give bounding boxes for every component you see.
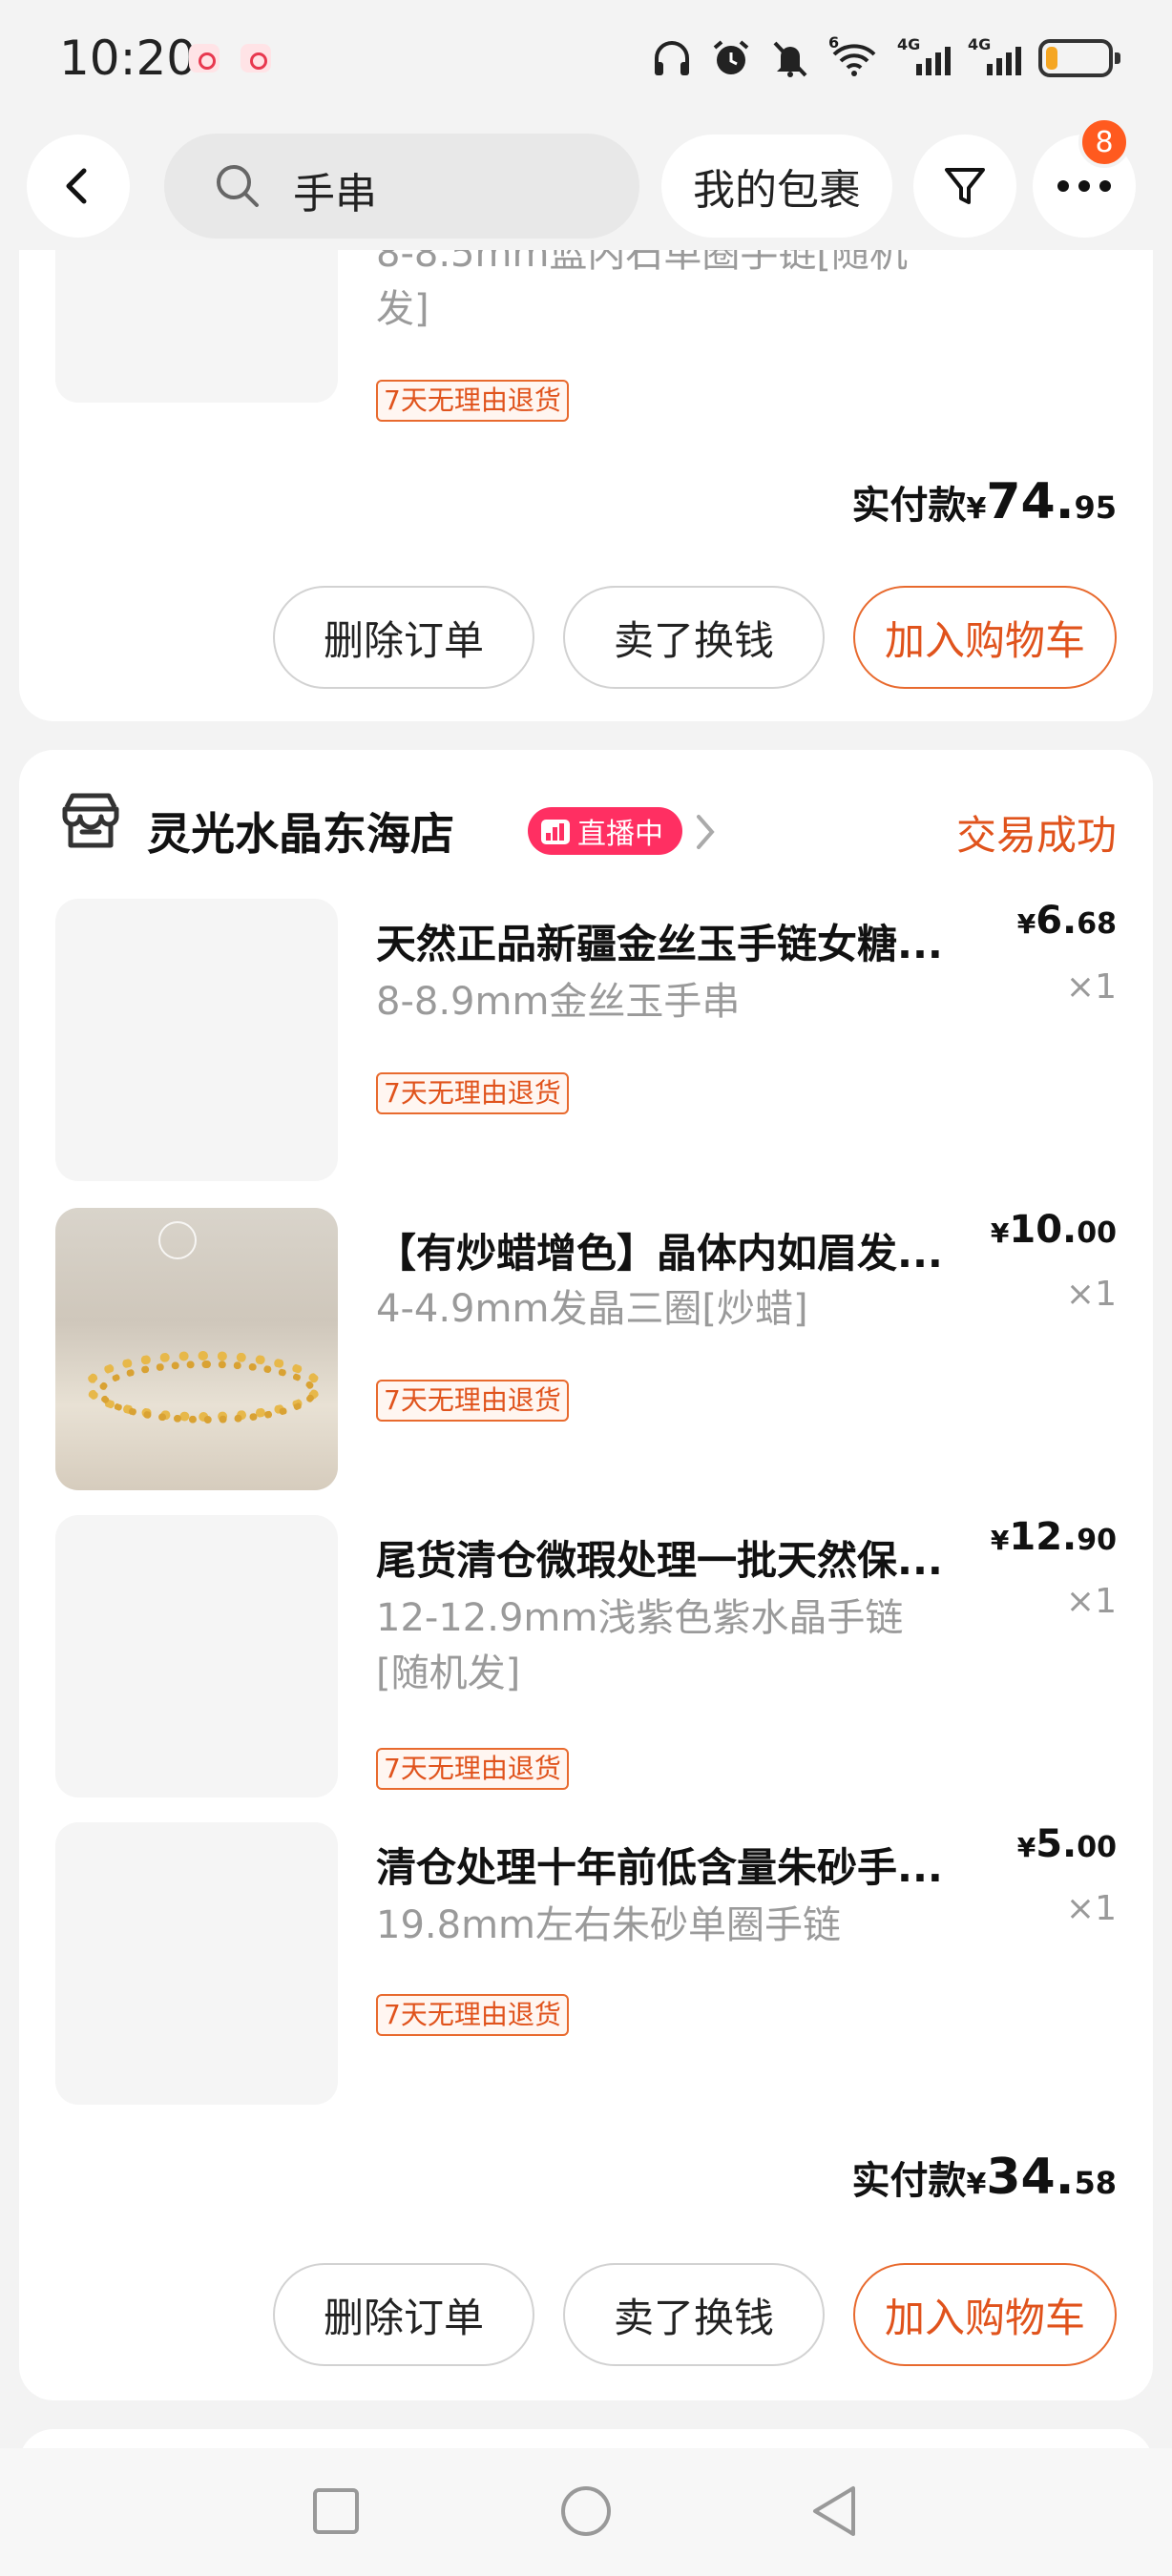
product-subtitle: [随机发] <box>376 1652 521 1695</box>
price-integer: 12. <box>1009 1515 1078 1559</box>
item-quantity: ×1 <box>1065 1275 1117 1314</box>
return-policy-tag: 7天无理由退货 <box>376 380 569 422</box>
delete-order-button[interactable]: 删除订单 <box>273 2263 534 2366</box>
back-icon <box>66 168 87 204</box>
live-badge[interactable]: 直播中 <box>528 807 682 855</box>
sell-button[interactable]: 卖了换钱 <box>563 586 825 689</box>
price-integer: 6. <box>1036 899 1078 943</box>
mute-icon <box>769 37 811 79</box>
price-integer: 10. <box>1009 1208 1078 1252</box>
filter-icon <box>945 168 985 204</box>
product-title[interactable]: 天然正品新疆金丝玉手链女糖... <box>376 912 943 970</box>
shop-header[interactable]: 灵光水晶东海店 直播中 交易成功 <box>19 750 1153 903</box>
search-icon <box>217 165 259 207</box>
watermark-logo <box>158 1221 197 1259</box>
product-title[interactable]: 清仓处理十年前低含量朱砂手... <box>376 1836 943 1894</box>
live-label: 直播中 <box>577 818 663 851</box>
product-thumbnail[interactable] <box>55 899 338 1181</box>
price-currency: ¥ <box>1016 908 1036 940</box>
search-input[interactable]: 手串 <box>164 134 639 239</box>
more-badge: 8 <box>1078 116 1130 168</box>
item-quantity: ×1 <box>1065 967 1117 1007</box>
system-nav-bar <box>0 2448 1172 2576</box>
price-currency: ¥ <box>1016 1832 1036 1863</box>
price-decimal: 00 <box>1077 1216 1117 1250</box>
add-to-cart-button[interactable]: 加入购物车 <box>853 2263 1117 2366</box>
order-card[interactable]: 灵光水晶东海店 直播中 交易成功 天然正品新疆金丝玉手链女糖... 8-8.9m… <box>19 750 1153 2400</box>
total-label: 实付款 <box>851 2159 967 2203</box>
search-query: 手串 <box>293 170 377 218</box>
status-icons: 6 4G 4G <box>651 33 1120 80</box>
item-quantity: ×1 <box>1065 1582 1117 1621</box>
more-icon <box>1057 180 1111 192</box>
return-policy-tag: 7天无理由退货 <box>376 1072 569 1114</box>
total-currency: ¥ <box>966 492 987 526</box>
product-thumbnail[interactable] <box>55 1822 338 2105</box>
item-price: ¥10.00 <box>991 1208 1117 1252</box>
product-subtitle: 19.8mm左右朱砂单圈手链 <box>376 1903 841 1947</box>
item-price: ¥6.68 <box>1017 899 1117 943</box>
recent-apps-icon[interactable] <box>311 2486 361 2536</box>
status-bar: 10:20 6 4G 4G <box>0 0 1172 114</box>
total-integer: 74. <box>986 473 1075 530</box>
notification-app-icon <box>241 44 271 73</box>
return-policy-tag: 7天无理由退货 <box>376 1380 569 1422</box>
total-decimal: 58 <box>1074 2165 1117 2201</box>
product-subtitle: 12-12.9mm浅紫色紫水晶手链 <box>376 1596 904 1640</box>
return-policy-tag: 7天无理由退货 <box>376 1994 569 2036</box>
live-icon <box>541 820 570 844</box>
home-icon[interactable] <box>559 2484 613 2538</box>
order-total: 实付款¥34.58 <box>851 2149 1117 2206</box>
return-policy-tag: 7天无理由退货 <box>376 1748 569 1790</box>
total-decimal: 95 <box>1074 489 1117 526</box>
total-currency: ¥ <box>966 2168 987 2201</box>
product-subtitle: 8-8.9mm金丝玉手串 <box>376 980 741 1024</box>
item-price: ¥12.90 <box>991 1515 1117 1559</box>
product-subtitle: 4-4.9mm发晶三圈[炒蜡] <box>376 1287 808 1331</box>
total-integer: 34. <box>986 2149 1075 2206</box>
wifi-icon: 6 <box>828 33 880 79</box>
chevron-right-icon <box>697 815 715 849</box>
item-quantity: ×1 <box>1065 1889 1117 1928</box>
cell-signal-1-icon: 4G <box>897 35 951 79</box>
price-currency: ¥ <box>990 1217 1010 1249</box>
price-decimal: 90 <box>1077 1524 1117 1557</box>
total-label: 实付款 <box>851 484 967 528</box>
price-decimal: 68 <box>1077 907 1117 941</box>
item-price: ¥5.00 <box>1017 1822 1117 1866</box>
product-subtitle: 发] <box>376 287 429 331</box>
back-nav-icon[interactable] <box>809 2484 859 2538</box>
price-decimal: 00 <box>1077 1831 1117 1864</box>
wifi-label: 6 <box>828 33 840 52</box>
product-thumbnail[interactable] <box>55 1515 338 1797</box>
my-package-button[interactable]: 我的包裹 <box>661 135 892 238</box>
battery-level <box>1046 47 1057 70</box>
order-card[interactable]: 8-8.5mm蓝内石单圈手链[随机 发] 7天无理由退货 实付款¥74.95 删… <box>19 149 1153 721</box>
filter-button[interactable] <box>913 135 1016 238</box>
order-status: 交易成功 <box>955 812 1117 859</box>
battery-icon <box>1038 39 1120 77</box>
shop-icon <box>62 793 119 848</box>
add-to-cart-button[interactable]: 加入购物车 <box>853 586 1117 689</box>
product-title[interactable]: 【有炒蜡增色】晶体内如眉发... <box>376 1221 943 1279</box>
shop-name[interactable]: 灵光水晶东海店 <box>147 800 454 862</box>
product-title[interactable]: 尾货清仓微瑕处理一批天然保... <box>376 1528 943 1587</box>
headphones-icon <box>651 37 693 79</box>
product-thumbnail[interactable] <box>55 1208 338 1490</box>
gem-bracelet-image <box>55 1208 338 1490</box>
sell-button[interactable]: 卖了换钱 <box>563 2263 825 2366</box>
status-time: 10:20 <box>59 31 198 86</box>
notification-app-icon <box>189 44 220 73</box>
delete-order-button[interactable]: 删除订单 <box>273 586 534 689</box>
back-button[interactable] <box>27 135 130 238</box>
alarm-icon <box>710 37 752 79</box>
price-currency: ¥ <box>990 1525 1010 1556</box>
cell-signal-2-icon: 4G <box>968 35 1021 79</box>
order-total: 实付款¥74.95 <box>851 473 1117 530</box>
price-integer: 5. <box>1036 1822 1078 1866</box>
top-nav: 手串 我的包裹 <box>0 114 1172 250</box>
